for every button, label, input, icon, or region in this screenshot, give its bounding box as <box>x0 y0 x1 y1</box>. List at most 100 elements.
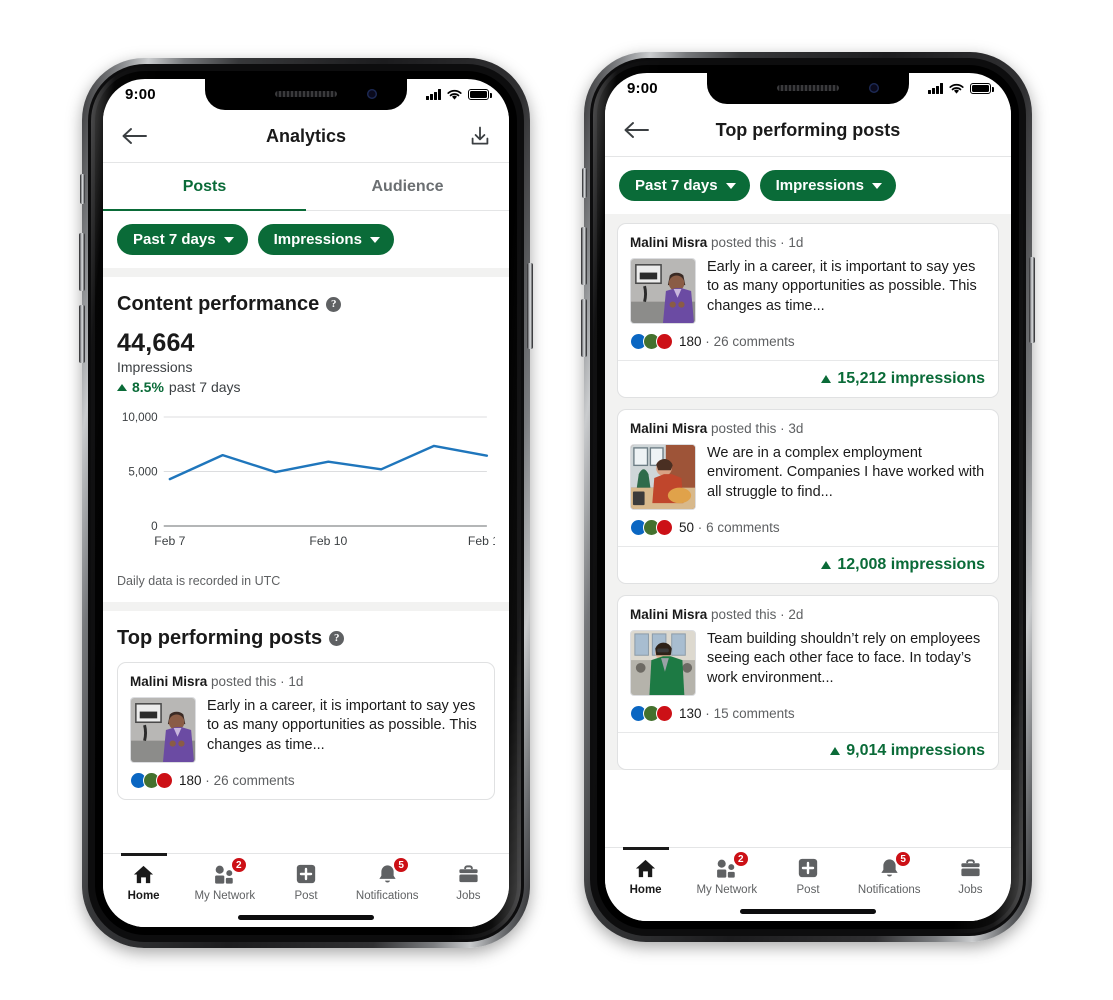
nav-item-label: Jobs <box>958 884 983 896</box>
home-indicator-left[interactable] <box>238 915 374 920</box>
download-icon[interactable] <box>469 125 491 147</box>
svg-text:0: 0 <box>151 521 158 533</box>
post-thumbnail[interactable] <box>130 697 196 763</box>
post-author[interactable]: Malini Misra <box>630 235 707 250</box>
filter-impressions-left[interactable]: Impressions <box>257 224 394 255</box>
post-separator: · <box>780 421 785 436</box>
post-thumbnail[interactable] <box>630 258 696 324</box>
nav-item-my-network[interactable]: 2 My Network <box>184 857 265 902</box>
bell-icon: 5 <box>876 851 912 880</box>
post-card[interactable]: Malini Misra posted this · 2d Team build… <box>617 595 999 770</box>
post-content: Malini Misra posted this · 3d We are in … <box>618 410 998 546</box>
filter-label: Past 7 days <box>635 177 718 194</box>
app-header-left: Analytics <box>103 110 509 162</box>
tab-bar-left: Posts Audience <box>103 163 509 211</box>
post-separator: · <box>780 235 785 250</box>
status-time: 9:00 <box>627 80 658 97</box>
post-list-right[interactable]: Malini Misra posted this · 1d Early in a… <box>605 223 1011 770</box>
reaction-separator: · <box>705 334 710 349</box>
back-arrow-icon[interactable] <box>121 126 147 146</box>
people-icon: 2 <box>212 857 247 886</box>
filter-impressions-right[interactable]: Impressions <box>759 170 896 201</box>
reaction-icons <box>630 519 673 536</box>
nav-item-label: Post <box>294 890 318 902</box>
plus-square-icon <box>795 856 821 880</box>
mute-switch-right[interactable] <box>582 168 587 198</box>
battery-full-icon <box>468 89 492 100</box>
post-separator: · <box>780 607 785 622</box>
reaction-summary: 130 · 15 comments <box>679 706 795 721</box>
nav-item-label: Home <box>127 890 160 902</box>
post-meta: Malini Misra posted this · 3d <box>630 421 986 436</box>
volume-down-button-right[interactable] <box>581 299 587 357</box>
chevron-down-icon <box>369 236 380 243</box>
content-performance-section: Content performance ? 44,664 Impressions… <box>103 277 509 602</box>
wifi-icon <box>949 83 964 94</box>
post-impressions-bar: 15,212 impressions <box>618 360 998 397</box>
nav-item-post[interactable]: Post <box>767 856 848 896</box>
svg-text:Feb 13: Feb 13 <box>468 534 495 548</box>
reaction-count: 130 <box>679 706 702 721</box>
content-scroll-left[interactable]: Content performance ? 44,664 Impressions… <box>103 277 509 800</box>
post-author[interactable]: Malini Misra <box>630 421 707 436</box>
impressions-total: 44,664 <box>117 329 195 357</box>
post-meta: Malini Misra posted this · 1d <box>630 235 986 250</box>
post-body: We are in a complex employment enviromen… <box>630 444 986 510</box>
home-icon <box>633 856 659 880</box>
mute-switch-left[interactable] <box>80 174 85 204</box>
tab-audience[interactable]: Audience <box>306 163 509 211</box>
power-button-left[interactable] <box>527 263 533 349</box>
nav-item-notifications[interactable]: 5 Notifications <box>347 857 428 902</box>
power-button-right[interactable] <box>1029 257 1035 343</box>
post-impressions-value: 15,212 impressions <box>837 370 985 387</box>
post-thumbnail[interactable] <box>630 630 696 696</box>
filter-past-7-days-left[interactable]: Past 7 days <box>117 224 248 255</box>
post-card[interactable]: Malini Misra posted this · 3d We are in … <box>617 409 999 584</box>
post-author[interactable]: Malini Misra <box>130 674 207 689</box>
tab-posts[interactable]: Posts <box>103 163 306 211</box>
post-text: Early in a career, it is important to sa… <box>207 698 477 753</box>
delta-period: past 7 days <box>168 379 241 395</box>
post-impressions-value: 12,008 impressions <box>837 556 985 573</box>
volume-up-button-right[interactable] <box>581 227 587 285</box>
post-action: posted this <box>211 674 277 689</box>
page-title: Analytics <box>265 125 347 146</box>
help-question-icon[interactable]: ? <box>329 631 345 646</box>
reaction-summary: 50 · 6 comments <box>679 520 780 535</box>
nav-item-jobs[interactable]: Jobs <box>930 856 1011 896</box>
nav-item-label: Home <box>629 884 662 896</box>
post-thumbnail[interactable] <box>630 444 696 510</box>
trend-up-icon <box>821 561 832 569</box>
volume-down-button-left[interactable] <box>79 305 85 363</box>
post-author[interactable]: Malini Misra <box>630 607 707 622</box>
post-card[interactable]: Malini Misra posted this · 1d Early in a… <box>117 662 495 800</box>
nav-item-home[interactable]: Home <box>103 862 184 902</box>
nav-item-jobs[interactable]: Jobs <box>428 862 509 902</box>
phone-screen-right: 9:00 Top performing posts Past 7 days Im… <box>605 73 1011 921</box>
post-text: We are in a complex employment enviromen… <box>707 445 985 500</box>
home-indicator-right[interactable] <box>740 909 876 914</box>
help-question-icon[interactable]: ? <box>326 297 342 312</box>
chart-footnote: Daily data is recorded in UTC <box>117 574 281 588</box>
post-reactions-row: 180 · 26 comments <box>130 772 482 789</box>
filter-past-7-days-right[interactable]: Past 7 days <box>619 170 750 201</box>
screenshot-stage: 9:00 Analytics Posts Audience Past 7 day… <box>0 0 1113 1000</box>
back-arrow-icon[interactable] <box>623 120 649 140</box>
post-card[interactable]: Malini Misra posted this · 1d Early in a… <box>617 223 999 398</box>
wifi-icon <box>447 89 462 100</box>
impressions-delta: 8.5% past 7 days <box>117 379 495 395</box>
nav-item-my-network[interactable]: 2 My Network <box>686 851 767 896</box>
reaction-icons <box>130 772 173 789</box>
volume-up-button-left[interactable] <box>79 233 85 291</box>
post-action: posted this <box>711 607 777 622</box>
chevron-down-icon <box>725 182 736 189</box>
impressions-metric-label: Impressions <box>117 359 193 375</box>
reaction-count: 180 <box>179 773 202 788</box>
filter-label: Impressions <box>775 177 864 194</box>
nav-item-home[interactable]: Home <box>605 856 686 896</box>
nav-item-post[interactable]: Post <box>265 862 346 902</box>
nav-item-notifications[interactable]: 5 Notifications <box>849 851 930 896</box>
nav-item-label: My Network <box>194 890 256 902</box>
comment-count: 15 comments <box>713 706 795 721</box>
nav-item-label: Notifications <box>857 884 921 896</box>
